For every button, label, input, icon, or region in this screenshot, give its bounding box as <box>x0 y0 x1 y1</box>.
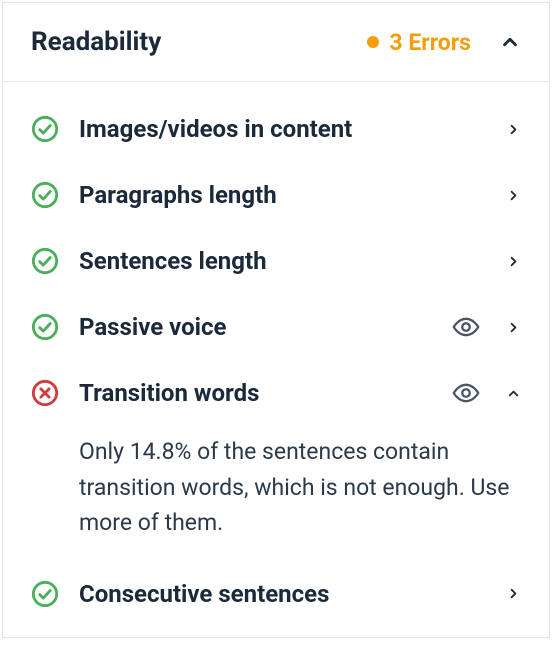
readability-item: Paragraphs length <box>3 162 549 228</box>
chevron-right-icon <box>506 122 521 137</box>
eye-icon[interactable] <box>452 313 480 341</box>
readability-items: Images/videos in content Paragraphs lengt… <box>3 82 549 637</box>
readability-panel: Readability 3 Errors Images/videos in co… <box>2 2 550 638</box>
check-circle-icon <box>31 247 59 275</box>
readability-item: Consecutive sentences <box>3 561 549 627</box>
readability-header[interactable]: Readability 3 Errors <box>3 3 549 82</box>
check-circle-icon <box>31 313 59 341</box>
readability-item: Images/videos in content <box>3 96 549 162</box>
readability-item-label: Paragraphs length <box>79 181 486 209</box>
readability-item-detail: Only 14.8% of the sentences contain tran… <box>31 426 521 561</box>
x-circle-icon <box>31 379 59 407</box>
check-circle-icon <box>31 115 59 143</box>
chevron-up-icon <box>499 31 521 53</box>
chevron-right-icon <box>506 188 521 203</box>
readability-item-row[interactable]: Passive voice <box>31 294 521 360</box>
readability-item-row[interactable]: Transition words <box>31 360 521 426</box>
errors-count: 3 Errors <box>389 29 471 56</box>
eye-icon[interactable] <box>452 379 480 407</box>
chevron-right-icon <box>506 254 521 269</box>
readability-item-label: Images/videos in content <box>79 115 486 143</box>
readability-item: Passive voice <box>3 294 549 360</box>
chevron-right-icon <box>506 586 521 601</box>
readability-item-label: Passive voice <box>79 313 432 341</box>
readability-item-row[interactable]: Paragraphs length <box>31 162 521 228</box>
errors-badge: 3 Errors <box>367 29 471 56</box>
check-circle-icon <box>31 580 59 608</box>
readability-item-row[interactable]: Images/videos in content <box>31 96 521 162</box>
readability-item-label: Sentences length <box>79 247 486 275</box>
errors-dot-icon <box>367 36 379 48</box>
readability-title: Readability <box>31 27 367 57</box>
readability-item-label: Consecutive sentences <box>79 580 486 608</box>
readability-item: Transition words Only 14.8% of the senten… <box>3 360 549 561</box>
readability-item-label: Transition words <box>79 379 432 407</box>
chevron-right-icon <box>506 320 521 335</box>
readability-item-row[interactable]: Consecutive sentences <box>31 561 521 627</box>
readability-item-row[interactable]: Sentences length <box>31 228 521 294</box>
check-circle-icon <box>31 181 59 209</box>
chevron-up-icon <box>506 386 521 401</box>
readability-item: Sentences length <box>3 228 549 294</box>
